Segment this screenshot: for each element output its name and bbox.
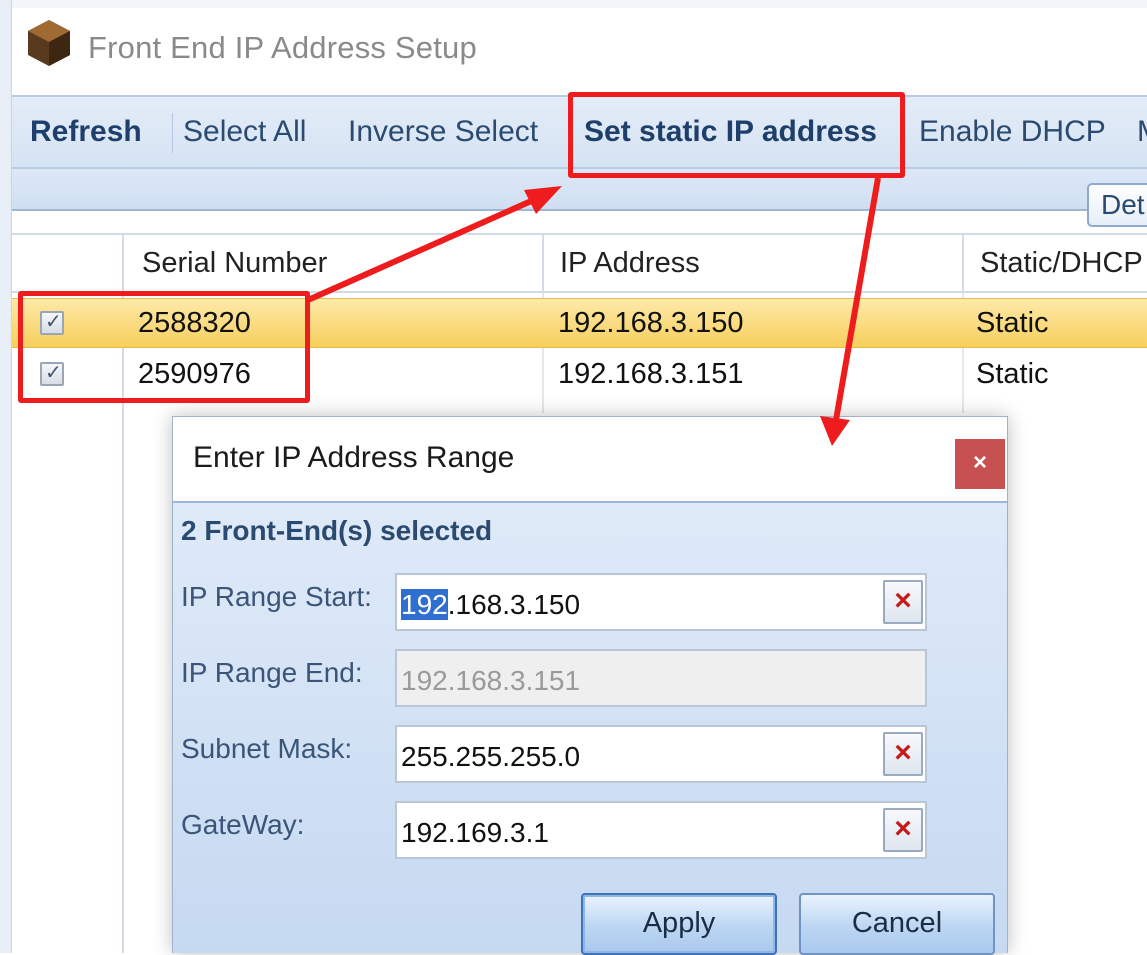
arrow-line-to-toolbar (306, 195, 540, 303)
arrow-line-to-dialog (833, 177, 881, 421)
arrow-head-to-dialog (820, 416, 850, 446)
annotation-arrows (306, 177, 881, 446)
arrow-head-to-toolbar (524, 186, 562, 214)
